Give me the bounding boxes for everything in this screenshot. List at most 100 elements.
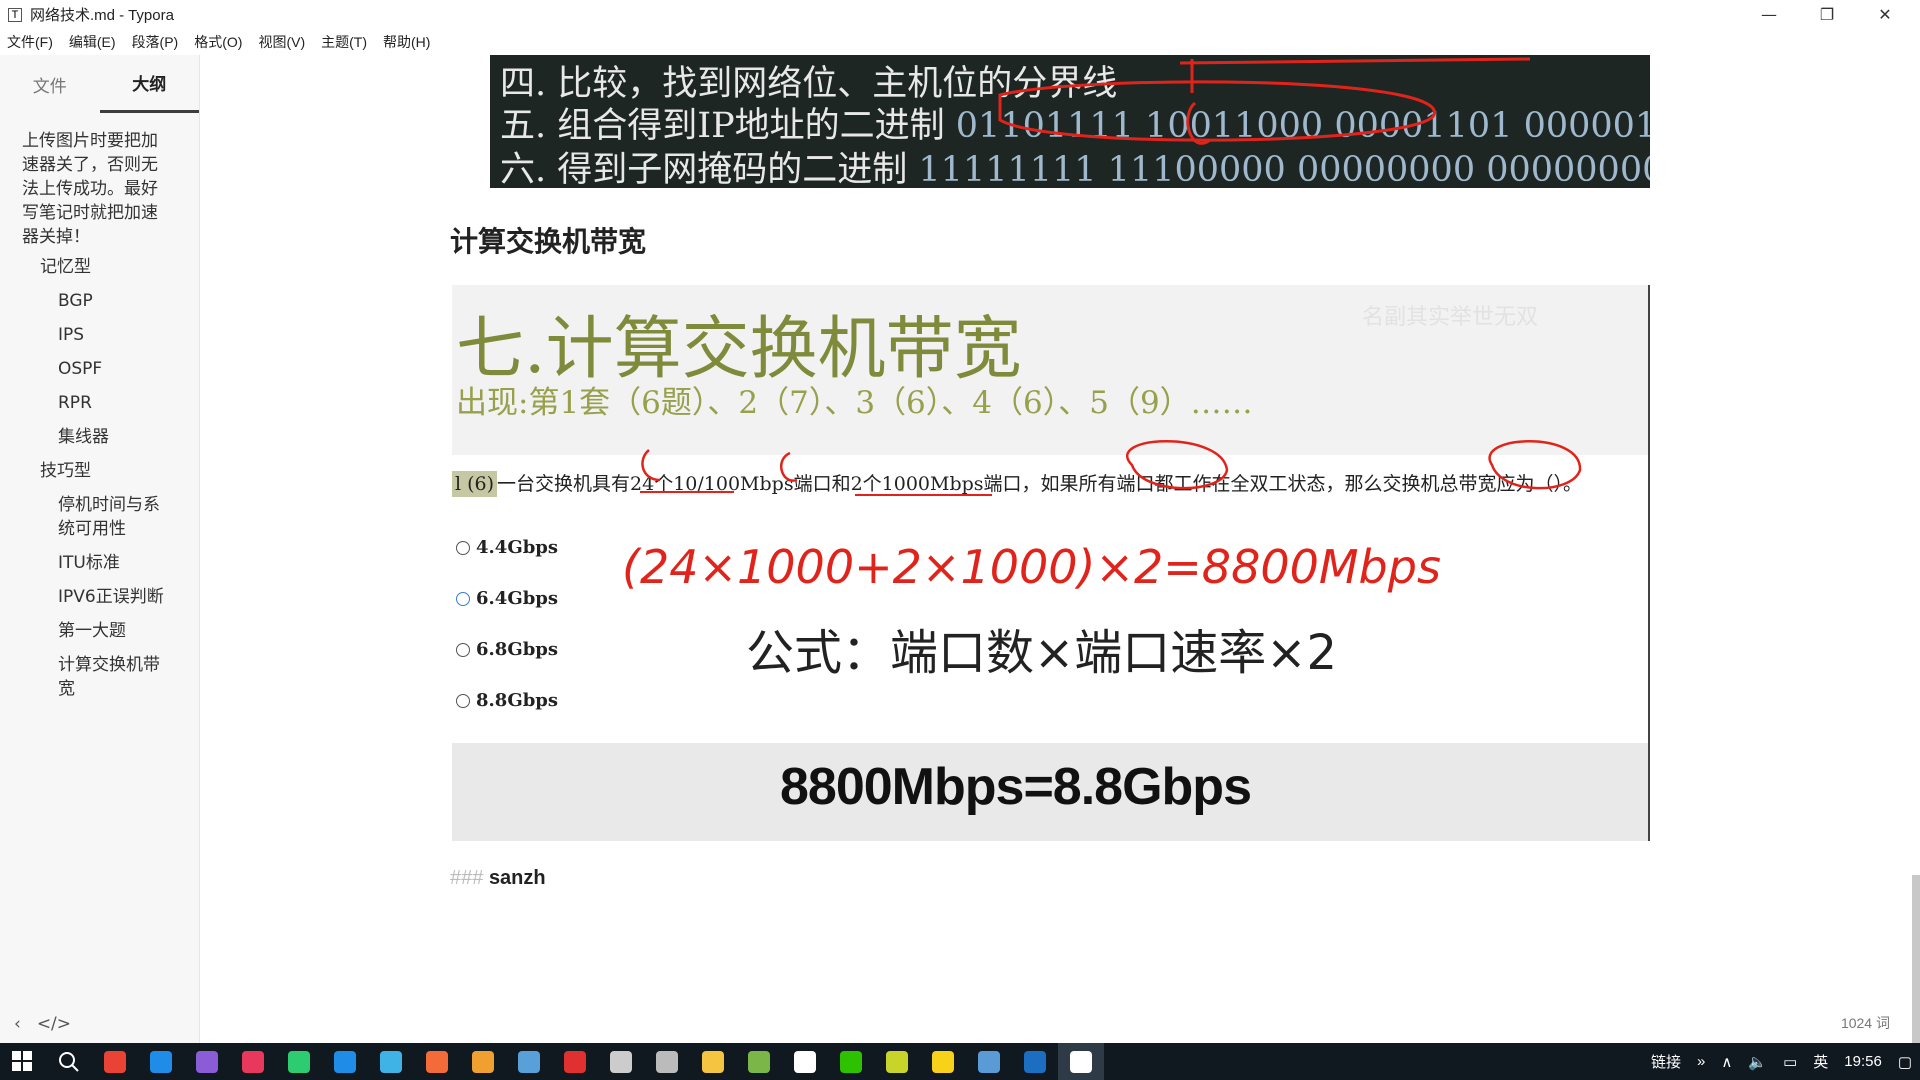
search-icon[interactable] <box>46 1043 92 1080</box>
network-tool-glyph <box>518 1050 540 1073</box>
outline-item[interactable]: 记忆型 <box>0 249 199 283</box>
typora-t-glyph <box>794 1050 816 1073</box>
clock[interactable]: 19:56 <box>1844 1053 1882 1070</box>
tab-files[interactable]: 文件 <box>0 55 100 113</box>
network-icon[interactable] <box>966 1043 1012 1080</box>
chrome-icon[interactable] <box>92 1043 138 1080</box>
editor-area[interactable]: 四. 比较，找到网络位、主机位的分界线 五. 组合得到IP地址的二进制 0110… <box>200 55 1920 1045</box>
battery-icon[interactable]: ▭ <box>1783 1053 1797 1071</box>
vertical-scrollbar[interactable] <box>1912 875 1920 1045</box>
outline-item[interactable]: 计算交换机带宽 <box>0 647 199 705</box>
edge-glyph <box>150 1050 172 1073</box>
visual-studio-icon[interactable] <box>184 1043 230 1080</box>
outline-list: 上传图片时要把加速器关了，否则无法上传成功。最好写笔记时就把加速器关掉！ 记忆型 B… <box>0 113 199 705</box>
system-tray: 链接 » ∧ 🔈 ▭ 英 19:56 ▢ <box>1643 1043 1920 1080</box>
search-glyph <box>58 1051 80 1073</box>
wechat-icon[interactable] <box>828 1043 874 1080</box>
screen-tool-icon[interactable] <box>460 1043 506 1080</box>
close-button[interactable]: ✕ <box>1856 0 1914 29</box>
app-green-icon[interactable] <box>874 1043 920 1080</box>
360-browser-icon[interactable] <box>368 1043 414 1080</box>
wechat-glyph <box>840 1050 862 1073</box>
outline-item[interactable]: BGP <box>0 283 199 317</box>
menu-file[interactable]: 文件(F) <box>7 32 53 52</box>
app-red-glyph <box>564 1050 586 1073</box>
ime-indicator[interactable]: 英 <box>1813 1051 1828 1072</box>
tray-chevron-icon[interactable]: » <box>1697 1053 1705 1070</box>
app-red-icon[interactable] <box>552 1043 598 1080</box>
wechat-chat-icon[interactable] <box>598 1043 644 1080</box>
outline-item[interactable]: 第一大题 <box>0 613 199 647</box>
edge-icon[interactable] <box>138 1043 184 1080</box>
windows-start-icon[interactable] <box>0 1043 46 1080</box>
terminal-icon[interactable] <box>644 1043 690 1080</box>
menu-help[interactable]: 帮助(H) <box>383 32 430 52</box>
sticky-notes-glyph <box>932 1050 954 1073</box>
intellij-glyph <box>242 1050 264 1073</box>
intellij-icon[interactable] <box>230 1043 276 1080</box>
wechat-chat-glyph <box>610 1050 632 1073</box>
sidebar: 文件 大纲 上传图片时要把加速器关了，否则无法上传成功。最好写笔记时就把加速器关… <box>0 55 200 1043</box>
file-explorer-icon[interactable] <box>690 1043 736 1080</box>
network-glyph <box>978 1050 1000 1073</box>
source-code-icon[interactable]: </> <box>37 1014 71 1034</box>
outline-item[interactable]: 停机时间与系统可用性 <box>0 487 199 545</box>
handwritten-formula: (24×1000+2×1000)×2=8800Mbps <box>622 540 1441 594</box>
360-browser-glyph <box>380 1050 402 1073</box>
outline-item[interactable]: IPS <box>0 317 199 351</box>
tab-outline[interactable]: 大纲 <box>99 55 199 113</box>
vscode-icon[interactable] <box>322 1043 368 1080</box>
taskbar-apps <box>0 1043 1104 1080</box>
notepad-icon[interactable] <box>736 1043 782 1080</box>
app-green-glyph <box>886 1050 908 1073</box>
volume-icon[interactable]: 🔈 <box>1748 1053 1767 1071</box>
menu-bar: 文件(F) 编辑(E) 段落(P) 格式(O) 视图(V) 主题(T) 帮助(H… <box>0 29 1920 55</box>
outline-item[interactable]: 集线器 <box>0 419 199 453</box>
menu-paragraph[interactable]: 段落(P) <box>132 32 179 52</box>
vscode-glyph <box>334 1050 356 1073</box>
outline-item[interactable]: OSPF <box>0 351 199 385</box>
chevron-left-icon[interactable]: ‹ <box>14 1014 21 1034</box>
sticky-notes-icon[interactable] <box>920 1043 966 1080</box>
word-count[interactable]: 1024 词 <box>1841 1013 1890 1033</box>
windows-start-glyph <box>12 1050 34 1073</box>
network-tool-icon[interactable] <box>506 1043 552 1080</box>
pycharm-glyph <box>288 1050 310 1073</box>
outline-item[interactable]: RPR <box>0 385 199 419</box>
heading-switch-bandwidth: 计算交换机带宽 <box>450 226 647 257</box>
pycharm-icon[interactable] <box>276 1043 322 1080</box>
outline-item[interactable]: IPV6正误判断 <box>0 579 199 613</box>
menu-theme[interactable]: 主题(T) <box>321 32 367 52</box>
typora-t-icon[interactable] <box>782 1043 828 1080</box>
outline-item[interactable]: 上传图片时要把加速器关了，否则无法上传成功。最好写笔记时就把加速器关掉！ <box>0 129 199 249</box>
chrome-glyph <box>104 1050 126 1073</box>
typora-app-icon: T <box>8 7 22 22</box>
outline-item[interactable]: ITU标准 <box>0 545 199 579</box>
window-title: 网络技术.md - Typora <box>30 7 174 24</box>
restore-button[interactable]: ❐ <box>1798 0 1856 29</box>
typora-active-glyph <box>1070 1050 1092 1073</box>
typora-active-icon[interactable] <box>1058 1043 1104 1080</box>
menu-view[interactable]: 视图(V) <box>258 32 305 52</box>
tray-link-label[interactable]: 链接 <box>1651 1051 1681 1072</box>
screen-tool-glyph <box>472 1050 494 1073</box>
app-orange-icon[interactable] <box>414 1043 460 1080</box>
sidebar-footer: ‹ </> <box>0 1005 200 1043</box>
menu-format[interactable]: 格式(O) <box>194 32 242 52</box>
terminal-glyph <box>656 1050 678 1073</box>
minimize-button[interactable]: — <box>1740 0 1798 29</box>
heading-sanzh[interactable]: ### sanzh <box>450 867 546 890</box>
chevron-up-icon[interactable]: ∧ <box>1721 1053 1732 1071</box>
handwritten-annotation: (24×1000+2×1000)×2=8800Mbps <box>622 440 1582 594</box>
menu-edit[interactable]: 编辑(E) <box>69 32 116 52</box>
image-switch-bandwidth: 七.计算交换机带宽 出现:第1套（6题）、2（7）、3（6）、4（6）、5（9）… <box>452 285 1650 841</box>
steam-glyph <box>1024 1050 1046 1073</box>
steam-icon[interactable] <box>1012 1043 1058 1080</box>
notification-icon[interactable]: ▢ <box>1898 1053 1912 1071</box>
file-explorer-glyph <box>702 1050 724 1073</box>
visual-studio-glyph <box>196 1050 218 1073</box>
red-ink-annotation <box>998 57 1531 145</box>
windows-taskbar: 链接 » ∧ 🔈 ▭ 英 19:56 ▢ <box>0 1043 1920 1080</box>
outline-item[interactable]: 技巧型 <box>0 453 199 487</box>
image-ip-binary: 四. 比较，找到网络位、主机位的分界线 五. 组合得到IP地址的二进制 0110… <box>490 55 1650 188</box>
